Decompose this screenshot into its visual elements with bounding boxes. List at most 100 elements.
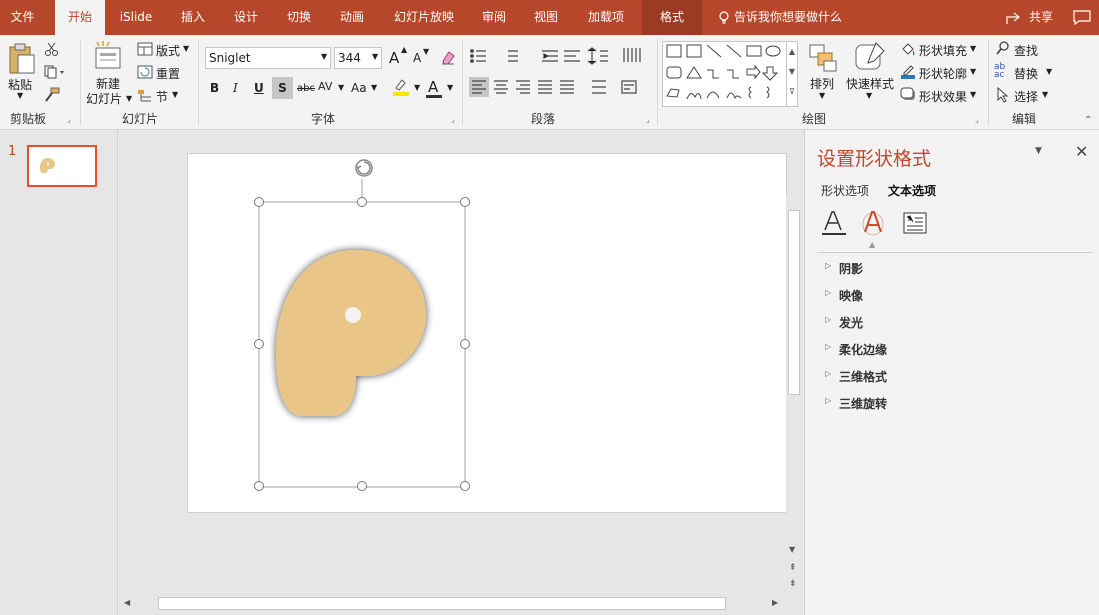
paste-dropdown-icon[interactable]: ▼ [17, 91, 23, 100]
shapes-gallery-scroll[interactable]: ▲ ▼ ⊽ [786, 41, 798, 107]
find-button[interactable]: 查找 [1014, 42, 1038, 59]
letter-p-shape[interactable] [276, 250, 426, 416]
select-button[interactable]: 选择 [1014, 88, 1038, 105]
resize-handle-bottom-left[interactable] [254, 481, 264, 491]
italic-button[interactable]: I [233, 81, 238, 95]
resize-handle-bottom[interactable] [357, 481, 367, 491]
rotate-handle-icon[interactable] [353, 157, 375, 182]
format-painter-icon[interactable] [44, 87, 60, 106]
highlight-dropdown-icon[interactable]: ▼ [414, 83, 420, 92]
slide-canvas[interactable] [187, 153, 787, 513]
tab-format[interactable]: 格式 [642, 0, 702, 35]
collapse-ribbon-icon[interactable]: ⌃ [1084, 115, 1092, 126]
scroll-right-icon[interactable]: ▶ [772, 598, 778, 607]
scroll-down-icon[interactable]: ▼ [789, 545, 795, 554]
tab-home[interactable]: 开始 [55, 0, 105, 35]
vertical-scroll-thumb[interactable] [788, 210, 800, 395]
paste-icon[interactable] [6, 43, 36, 75]
cut-icon[interactable] [44, 41, 60, 60]
reset-button[interactable]: 重置 [156, 65, 180, 82]
prev-slide-icon[interactable]: ⇞ [789, 563, 797, 573]
section-dropdown-icon[interactable]: ▼ [172, 90, 178, 99]
section-glow[interactable]: ▷ 发光 [825, 314, 1085, 334]
paragraph-launcher-icon[interactable]: ⌟ [646, 115, 650, 124]
shape-outline-icon[interactable] [900, 64, 916, 83]
resize-handle-top-left[interactable] [254, 197, 264, 207]
section-button[interactable]: 节 [156, 88, 168, 105]
vertical-scrollbar[interactable]: ▼ ⇞ ⇟ [786, 195, 802, 595]
shape-outline-button[interactable]: 形状轮廓 [919, 65, 967, 82]
tab-insert[interactable]: 插入 [170, 0, 216, 35]
resize-handle-top-right[interactable] [460, 197, 470, 207]
section-icon[interactable] [137, 88, 153, 105]
horizontal-scroll-thumb[interactable] [158, 597, 726, 610]
layout-dropdown-icon[interactable]: ▼ [183, 44, 189, 53]
tab-view[interactable]: 视图 [522, 0, 570, 35]
tab-islide[interactable]: iSlide [112, 0, 160, 35]
section-soft-edges[interactable]: ▷ 柔化边缘 [825, 341, 1085, 361]
arrange-icon[interactable] [808, 43, 838, 76]
underline-button[interactable]: U [254, 81, 264, 95]
section-3d-rotation[interactable]: ▷ 三维旋转 [825, 395, 1085, 415]
font-size-dropdown-icon[interactable]: ▼ [372, 52, 378, 61]
clear-formatting-icon[interactable] [440, 49, 456, 68]
highlight-icon[interactable] [392, 77, 410, 100]
resize-handle-left[interactable] [254, 339, 264, 349]
new-slide-dropdown-icon[interactable]: ▼ [126, 94, 132, 103]
share-button[interactable]: 共享 [1026, 0, 1056, 35]
shape-effects-button[interactable]: 形状效果 [919, 88, 967, 105]
shape-fill-dropdown-icon[interactable]: ▼ [970, 44, 976, 53]
horizontal-scrollbar[interactable]: ◀ ▶ [122, 596, 784, 612]
font-name-dropdown-icon[interactable]: ▼ [321, 52, 327, 61]
select-cursor-icon[interactable] [997, 86, 1009, 106]
resize-handle-right[interactable] [460, 339, 470, 349]
resize-handle-top[interactable] [357, 197, 367, 207]
shape-effects-icon[interactable] [900, 87, 916, 106]
select-dropdown-icon[interactable]: ▼ [1042, 90, 1048, 99]
replace-icon[interactable]: ab ac [994, 63, 1005, 80]
scroll-left-icon[interactable]: ◀ [124, 598, 130, 607]
shape-fill-icon[interactable] [900, 41, 916, 60]
shape-effects-dropdown-icon[interactable]: ▼ [970, 90, 976, 99]
shrink-font-button[interactable]: A [413, 51, 421, 65]
quick-styles-button[interactable]: 快速样式 [846, 75, 894, 92]
new-slide-icon[interactable] [93, 40, 123, 75]
arrange-dropdown-icon[interactable]: ▼ [819, 91, 825, 100]
font-color-dropdown-icon[interactable]: ▼ [447, 83, 453, 92]
reset-icon[interactable] [137, 65, 153, 82]
font-name-select[interactable]: Sniglet [205, 47, 331, 69]
change-case-dropdown-icon[interactable]: ▼ [371, 83, 377, 92]
find-icon[interactable] [996, 41, 1010, 58]
text-fill-outline-icon[interactable] [821, 210, 847, 239]
section-reflection[interactable]: ▷ 映像 [825, 287, 1085, 307]
tab-transitions[interactable]: 切换 [275, 0, 323, 35]
text-shadow-button[interactable]: S [272, 77, 293, 99]
comment-icon[interactable] [1070, 0, 1094, 35]
tab-file[interactable]: 文件 [0, 0, 45, 35]
layout-icon[interactable] [137, 42, 153, 59]
quick-styles-dropdown-icon[interactable]: ▼ [866, 91, 872, 100]
tab-shape-options[interactable]: 形状选项 [821, 182, 869, 199]
tab-animations[interactable]: 动画 [328, 0, 376, 35]
tab-review[interactable]: 审阅 [470, 0, 518, 35]
section-3d-format[interactable]: ▷ 三维格式 [825, 368, 1085, 388]
char-spacing-dropdown-icon[interactable]: ▼ [338, 83, 344, 92]
text-effects-icon[interactable] [862, 210, 884, 241]
replace-dropdown-icon[interactable]: ▼ [1046, 67, 1052, 76]
resize-handle-bottom-right[interactable] [460, 481, 470, 491]
shape-fill-button[interactable]: 形状填充 [919, 42, 967, 59]
tab-text-options[interactable]: 文本选项 [888, 182, 936, 199]
clipboard-launcher-icon[interactable]: ⌟ [67, 115, 71, 124]
shapes-gallery[interactable] [662, 41, 798, 107]
shape-outline-dropdown-icon[interactable]: ▼ [970, 67, 976, 76]
new-slide-label2[interactable]: 幻灯片 [86, 90, 122, 107]
textbox-icon[interactable] [903, 212, 927, 237]
tab-design[interactable]: 设计 [222, 0, 270, 35]
font-color-button[interactable]: A [428, 78, 438, 96]
tell-me-box[interactable]: 告诉我你想要做什么 [734, 0, 854, 35]
grow-font-button[interactable]: A [389, 49, 399, 67]
quick-styles-icon[interactable] [854, 41, 886, 76]
pane-options-icon[interactable]: ▼ [1035, 146, 1042, 156]
section-shadow[interactable]: ▷ 阴影 [825, 260, 1085, 280]
drawing-launcher-icon[interactable]: ⌟ [975, 115, 979, 124]
